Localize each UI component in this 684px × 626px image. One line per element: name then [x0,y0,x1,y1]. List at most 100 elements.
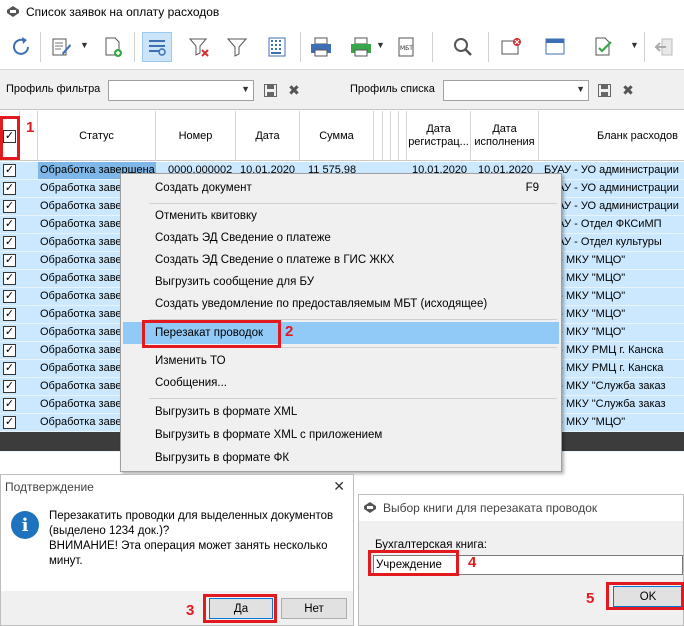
row-checkbox[interactable]: ✓ [3,272,16,285]
row-checkbox[interactable]: ✓ [3,200,16,213]
row-checkbox[interactable]: ✓ [3,380,16,393]
highlight-yes-button [203,594,277,623]
menu-item-cancel-receipt[interactable]: Отменить квитовку [123,205,559,227]
shortcut-label: F9 [525,182,539,194]
header-blank[interactable]: Бланк расходов [539,111,684,161]
header-sum[interactable]: Сумма [300,111,374,161]
window-title: Список заявок на оплату расходов [26,5,220,19]
header-number[interactable]: Номер [156,111,236,161]
save-icon[interactable] [262,82,278,98]
confirm-dialog: Подтверждение ✕ i Перезакатить проводки … [0,474,354,626]
refresh-icon[interactable] [6,32,36,62]
row-blank: 19 - МКУ РМЦ г. Канска [544,344,664,356]
row-checkbox[interactable]: ✓ [3,344,16,357]
search-icon[interactable] [448,32,478,62]
annotation-5: 5 [586,590,595,607]
filter-profile-select[interactable]: ▼ [108,80,254,101]
chevron-down-icon: ▼ [576,84,585,94]
header-reg-date[interactable]: Дата регистрац... [407,111,471,161]
menu-item-create-document[interactable]: Создать документ F9 [123,177,559,199]
row-checkbox[interactable]: ✓ [3,236,16,249]
row-checkbox[interactable]: ✓ [3,218,16,231]
list-profile-label: Профиль списка [350,83,435,95]
menu-item-export-xml[interactable]: Выгрузить в формате XML [123,401,559,423]
chevron-down-icon[interactable]: ▼ [376,40,385,50]
app-icon [6,5,20,19]
menu-item-create-mbt-notice[interactable]: Создать уведомление по предоставляемым М… [123,293,559,315]
row-checkbox[interactable]: ✓ [3,398,16,411]
row-blank: 10 - МКУ "МЦО" [544,254,626,266]
calculator-icon[interactable] [262,32,292,62]
row-blank: 07 - МКУ "Служба заказ [544,398,666,410]
menu-item-create-ed-payment[interactable]: Создать ЭД Сведение о платеже [123,227,559,249]
menu-item-create-ed-payment-gis[interactable]: Создать ЭД Сведение о платеже в ГИС ЖКХ [123,249,559,271]
save-icon[interactable] [596,82,612,98]
row-checkbox[interactable]: ✓ [3,416,16,429]
view-list-icon[interactable] [142,32,172,62]
row-blank: БУАУ - УО администрации [544,200,679,212]
row-blank: 07 - МКУ "Служба заказ [544,380,666,392]
add-document-icon[interactable] [98,32,128,62]
chevron-down-icon[interactable]: ▼ [80,40,89,50]
delete-icon[interactable]: ✖ [286,82,302,98]
annotation-3: 3 [186,602,195,619]
row-blank: БУАУ - Отдел культуры [544,236,662,248]
row-checkbox[interactable]: ✓ [3,290,16,303]
confirm-dialog-title: Подтверждение [5,480,94,494]
menu-item-export-fk[interactable]: Выгрузить в формате ФК [123,447,559,469]
annotation-1: 1 [26,119,35,136]
delete-icon[interactable]: ✖ [620,82,636,98]
window-icon[interactable] [540,32,570,62]
row-blank: 19 - МКУ РМЦ г. Канска [544,362,664,374]
row-blank: 10 - МКУ "МЦО" [544,308,626,320]
row-checkbox[interactable]: ✓ [3,362,16,375]
row-checkbox[interactable]: ✓ [3,164,16,177]
toolbar: ▼ ▼ МБТ ▼ [0,24,684,70]
window-titlebar: Список заявок на оплату расходов [0,0,684,24]
row-blank: БУАУ - УО администрации [544,164,679,176]
header-status[interactable]: Статус [38,111,156,161]
close-window-icon[interactable] [496,32,526,62]
annotation-4: 4 [468,554,477,571]
row-checkbox[interactable]: ✓ [3,254,16,267]
row-checkbox[interactable]: ✓ [3,182,16,195]
filter-profile-label: Профиль фильтра [6,83,101,95]
print-preview-icon[interactable] [346,32,376,62]
menu-item-export-message-bu[interactable]: Выгрузить сообщение для БУ [123,271,559,293]
row-blank: 10 - МКУ "МЦО" [544,326,626,338]
row-blank: 10 - МКУ "МЦО" [544,416,626,428]
grid-header: ✓ Статус Номер Дата Сумма Дата регистрац… [0,111,684,161]
book-dialog-title: Выбор книги для перезаката проводок [383,501,598,515]
row-checkbox[interactable]: ✓ [3,326,16,339]
menu-item-change-to[interactable]: Изменить ТО [123,350,559,372]
approve-document-icon[interactable] [588,32,618,62]
highlight-ok-button [606,582,684,610]
list-profile-select[interactable]: ▼ [443,80,589,101]
confirm-dialog-titlebar: Подтверждение ✕ [1,475,353,499]
menu-item-messages[interactable]: Сообщения... [123,372,559,394]
close-icon[interactable]: ✕ [333,478,345,495]
filter-icon[interactable] [222,32,252,62]
row-blank: 10 - МКУ "МЦО" [544,290,626,302]
info-icon: i [11,511,39,539]
clear-filter-icon[interactable] [184,32,214,62]
highlight-select-all [0,116,20,160]
header-date[interactable]: Дата [236,111,300,161]
print-icon[interactable] [306,32,336,62]
row-blank: 10 - МКУ "МЦО" [544,272,626,284]
edit-document-icon[interactable] [46,32,76,62]
menu-item-export-xml-attach[interactable]: Выгрузить в формате XML с приложением [123,424,559,446]
book-dialog-titlebar: Выбор книги для перезаката проводок [359,495,683,521]
row-blank: БУАУ - Отдел ФКСиМП [544,218,662,230]
exit-icon[interactable] [650,32,680,62]
chevron-down-icon: ▼ [241,84,250,94]
annotation-2: 2 [285,323,294,340]
no-button[interactable]: Нет [281,598,347,619]
chevron-down-icon[interactable]: ▼ [630,40,639,50]
row-checkbox[interactable]: ✓ [3,308,16,321]
mbt-icon[interactable]: МБТ [392,32,422,62]
header-exec-date[interactable]: Дата исполнения [471,111,539,161]
filter-bar: Профиль фильтра ▼ ✖ Профиль списка ▼ ✖ [0,70,684,110]
svg-text:МБТ: МБТ [400,45,413,52]
highlight-accounting-book [368,550,459,576]
